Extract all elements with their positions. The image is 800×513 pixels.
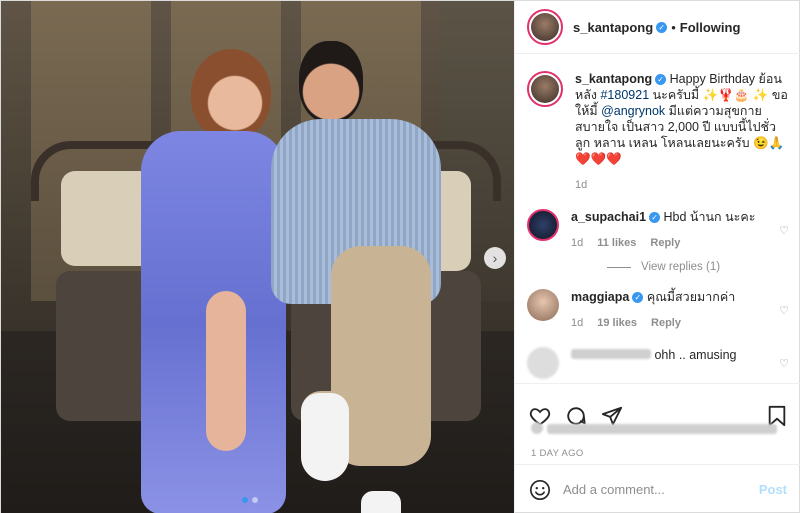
comment-text: Hbd น้านก นะคะ (663, 210, 756, 224)
comment-body: a_supachai1 ✓ Hbd น้านก นะคะ 1d 11 likes … (571, 209, 767, 251)
caption-age[interactable]: 1d (575, 177, 587, 193)
comment-meta: 1d 11 likes Reply (571, 235, 767, 251)
emoji-icon[interactable] (529, 479, 551, 501)
man-shoe (361, 491, 401, 513)
caption-username[interactable]: s_kantapong (575, 72, 652, 86)
mention-link[interactable]: @angrynok (601, 104, 665, 118)
reply-button[interactable]: Reply (651, 315, 681, 331)
reply-button[interactable]: Reply (650, 235, 680, 251)
verified-icon: ✓ (632, 292, 644, 303)
comment-likes[interactable]: 11 likes (597, 235, 636, 251)
caption-body: s_kantapong ✓ Happy Birthday ย้อนหลัง #18… (575, 71, 789, 193)
carousel-dot (242, 497, 248, 503)
woman-leg (206, 291, 246, 451)
liked-by[interactable] (531, 421, 785, 439)
view-replies-button[interactable]: View replies (1) (607, 261, 789, 273)
post-photo[interactable]: › (1, 1, 514, 513)
comment-item: ohh .. amusing ♡ (527, 347, 789, 379)
instagram-post-view: › s_kantapong ✓ • Following s_kantapong ✓… (0, 0, 800, 513)
comment-item: maggiapa ✓ คุณมี้สวยมากค่า 1d 19 likes Re… (527, 289, 789, 331)
author-username[interactable]: s_kantapong (573, 20, 653, 35)
divider (607, 266, 631, 268)
comments-list[interactable]: s_kantapong ✓ Happy Birthday ย้อนหลัง #18… (515, 55, 800, 383)
avatar-ring[interactable] (527, 9, 563, 45)
verified-icon: ✓ (649, 212, 661, 223)
comment-item: a_supachai1 ✓ Hbd น้านก นะคะ 1d 11 likes … (527, 209, 789, 251)
man-shoe (301, 393, 349, 481)
hashtag-link[interactable]: #180921 (600, 88, 649, 102)
comment-text: คุณมี้สวยมากค่า (646, 290, 736, 304)
post-date[interactable]: 1 DAY AGO (531, 448, 584, 459)
post-header: s_kantapong ✓ • Following (515, 1, 800, 54)
blurred-avatar (531, 422, 543, 434)
like-comment-heart-icon[interactable]: ♡ (779, 357, 789, 370)
comment-username[interactable]: maggiapa (571, 290, 629, 304)
comment-body: ohh .. amusing (571, 347, 767, 379)
post-button[interactable]: Post (759, 482, 787, 497)
comment-age[interactable]: 1d (571, 315, 583, 331)
caption-meta: 1d (575, 177, 789, 193)
like-comment-heart-icon[interactable]: ♡ (779, 304, 789, 317)
avatar[interactable] (527, 289, 559, 321)
caption: s_kantapong ✓ Happy Birthday ย้อนหลัง #18… (527, 71, 789, 193)
avatar[interactable] (531, 75, 559, 103)
comment-text: ohh .. amusing (654, 348, 737, 362)
comment-meta: 1d 19 likes Reply (571, 315, 767, 331)
comment-likes[interactable]: 19 likes (597, 315, 637, 331)
man-head (299, 41, 363, 123)
comment-body: maggiapa ✓ คุณมี้สวยมากค่า 1d 19 likes Re… (571, 289, 767, 331)
next-image-button[interactable]: › (484, 247, 506, 269)
chevron-right-icon: › (492, 250, 498, 266)
like-comment-heart-icon[interactable]: ♡ (779, 224, 789, 237)
carousel-dot (252, 497, 258, 503)
comment-username[interactable]: a_supachai1 (571, 210, 646, 224)
view-replies-label: View replies (1) (641, 261, 721, 273)
post-sidebar: s_kantapong ✓ • Following s_kantapong ✓ H… (514, 1, 800, 513)
blurred-likes-text (547, 424, 778, 434)
carousel-indicator (242, 497, 258, 503)
add-comment-bar: Add a comment... Post (515, 464, 800, 513)
verified-icon: ✓ (655, 74, 667, 85)
avatar[interactable] (531, 13, 559, 41)
comment-input[interactable]: Add a comment... (563, 482, 747, 497)
woman-head (191, 49, 271, 139)
avatar[interactable] (527, 209, 559, 241)
separator: • (671, 19, 676, 35)
avatar-ring[interactable] (527, 71, 563, 107)
following-button[interactable]: Following (680, 20, 741, 35)
comment-age[interactable]: 1d (571, 235, 583, 251)
verified-icon: ✓ (656, 21, 668, 33)
blurred-username (571, 349, 651, 359)
avatar[interactable] (527, 347, 559, 379)
